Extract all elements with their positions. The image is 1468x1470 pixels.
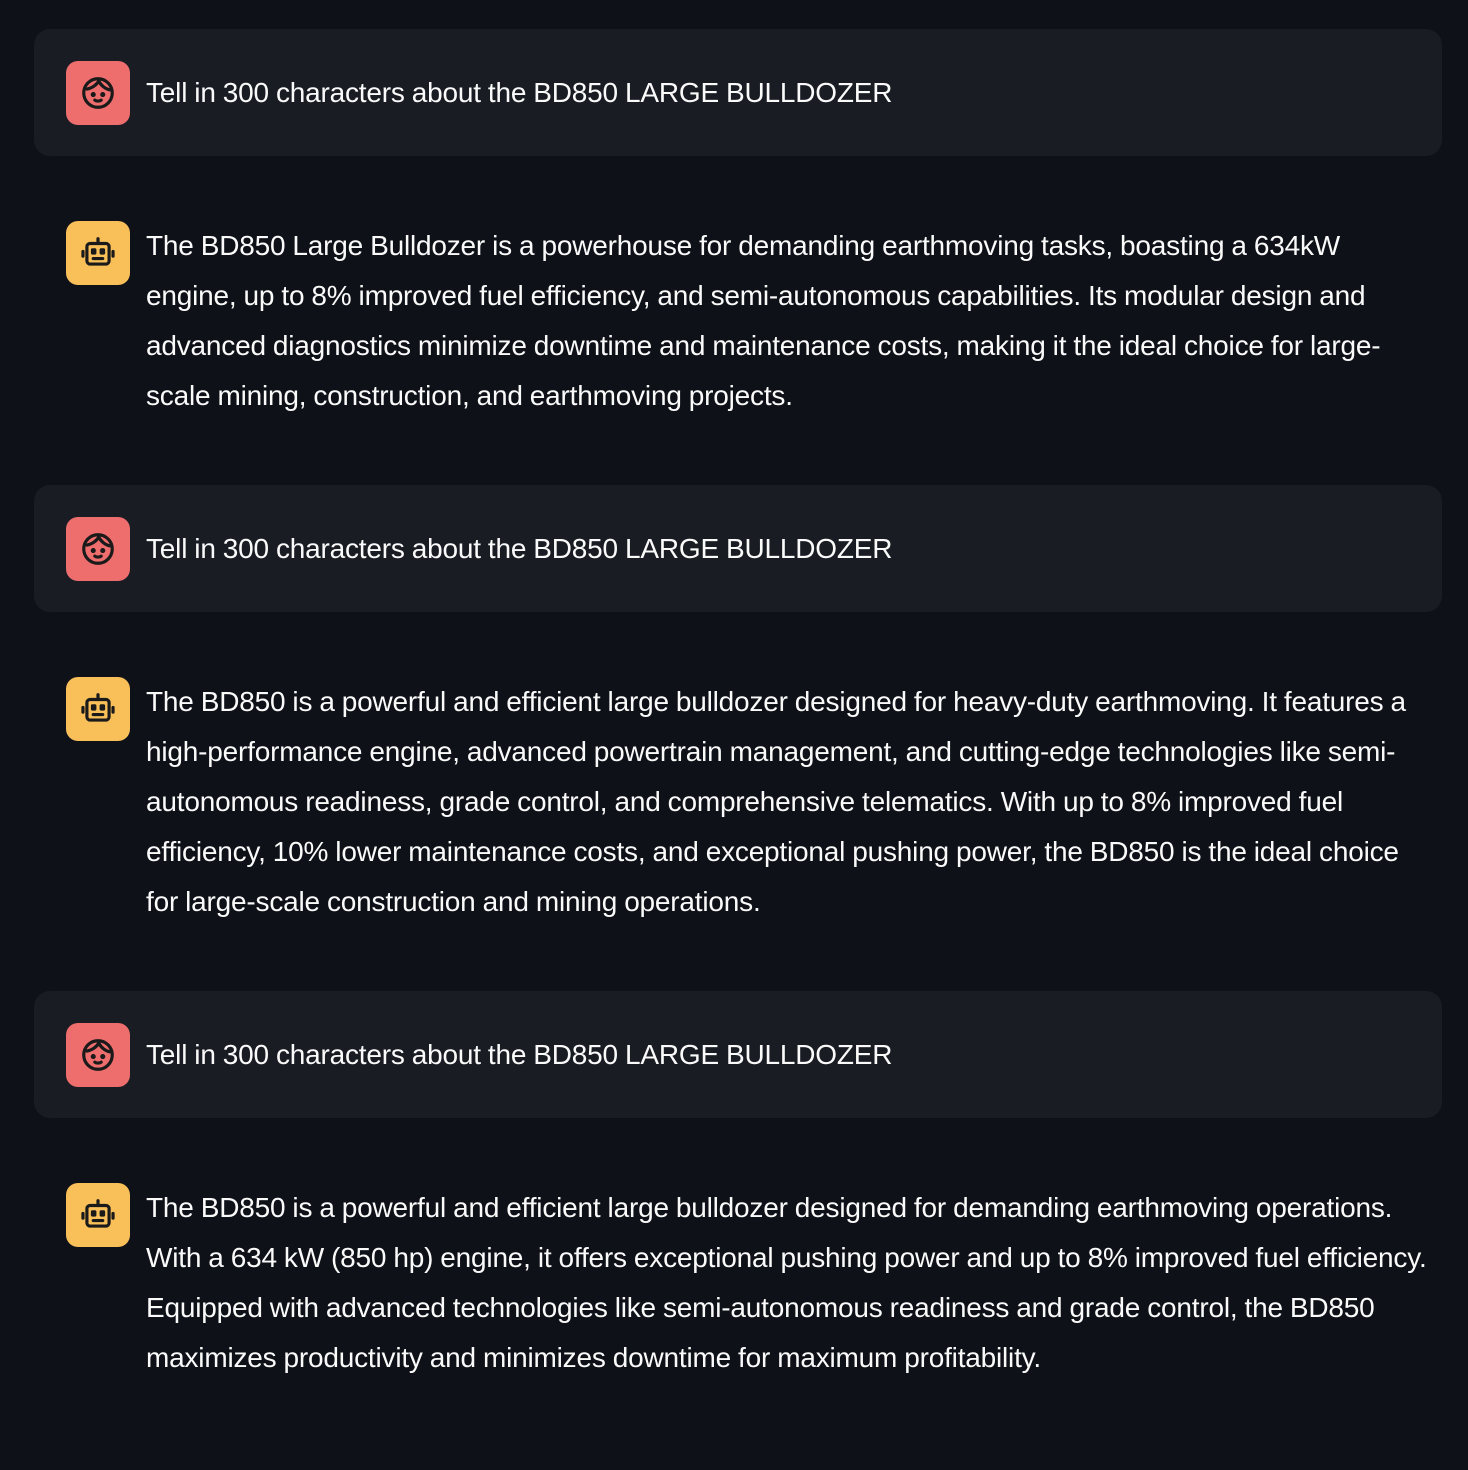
assistant-avatar: [66, 1183, 130, 1247]
chat-message-assistant: The BD850 is a powerful and efficient la…: [34, 1182, 1442, 1442]
user-avatar: [66, 1023, 130, 1087]
user-face-icon: [82, 533, 114, 565]
robot-face-icon: [81, 1199, 115, 1228]
message-text: The BD850 is a powerful and efficient la…: [146, 686, 1406, 917]
user-avatar: [66, 517, 130, 581]
robot-face-icon: [81, 693, 115, 722]
assistant-avatar: [66, 677, 130, 741]
assistant-avatar: [66, 221, 130, 285]
chat-container: Tell in 300 characters about the BD850 L…: [0, 0, 1468, 1470]
message-text: The BD850 is a powerful and efficient la…: [146, 1192, 1427, 1373]
chat-message-user: Tell in 300 characters about the BD850 L…: [34, 29, 1442, 156]
user-face-icon: [82, 77, 114, 109]
chat-message-assistant: The BD850 Large Bulldozer is a powerhous…: [34, 220, 1442, 430]
user-avatar: [66, 61, 130, 125]
robot-face-icon: [81, 237, 115, 266]
message-text: The BD850 Large Bulldozer is a powerhous…: [146, 230, 1381, 411]
chat-message-user: Tell in 300 characters about the BD850 L…: [34, 485, 1442, 612]
chat-message-assistant: The BD850 is a powerful and efficient la…: [34, 676, 1442, 936]
message-text: Tell in 300 characters about the BD850 L…: [146, 1039, 893, 1070]
message-text: Tell in 300 characters about the BD850 L…: [146, 77, 893, 108]
chat-message-user: Tell in 300 characters about the BD850 L…: [34, 991, 1442, 1118]
user-face-icon: [82, 1039, 114, 1071]
message-text: Tell in 300 characters about the BD850 L…: [146, 533, 893, 564]
